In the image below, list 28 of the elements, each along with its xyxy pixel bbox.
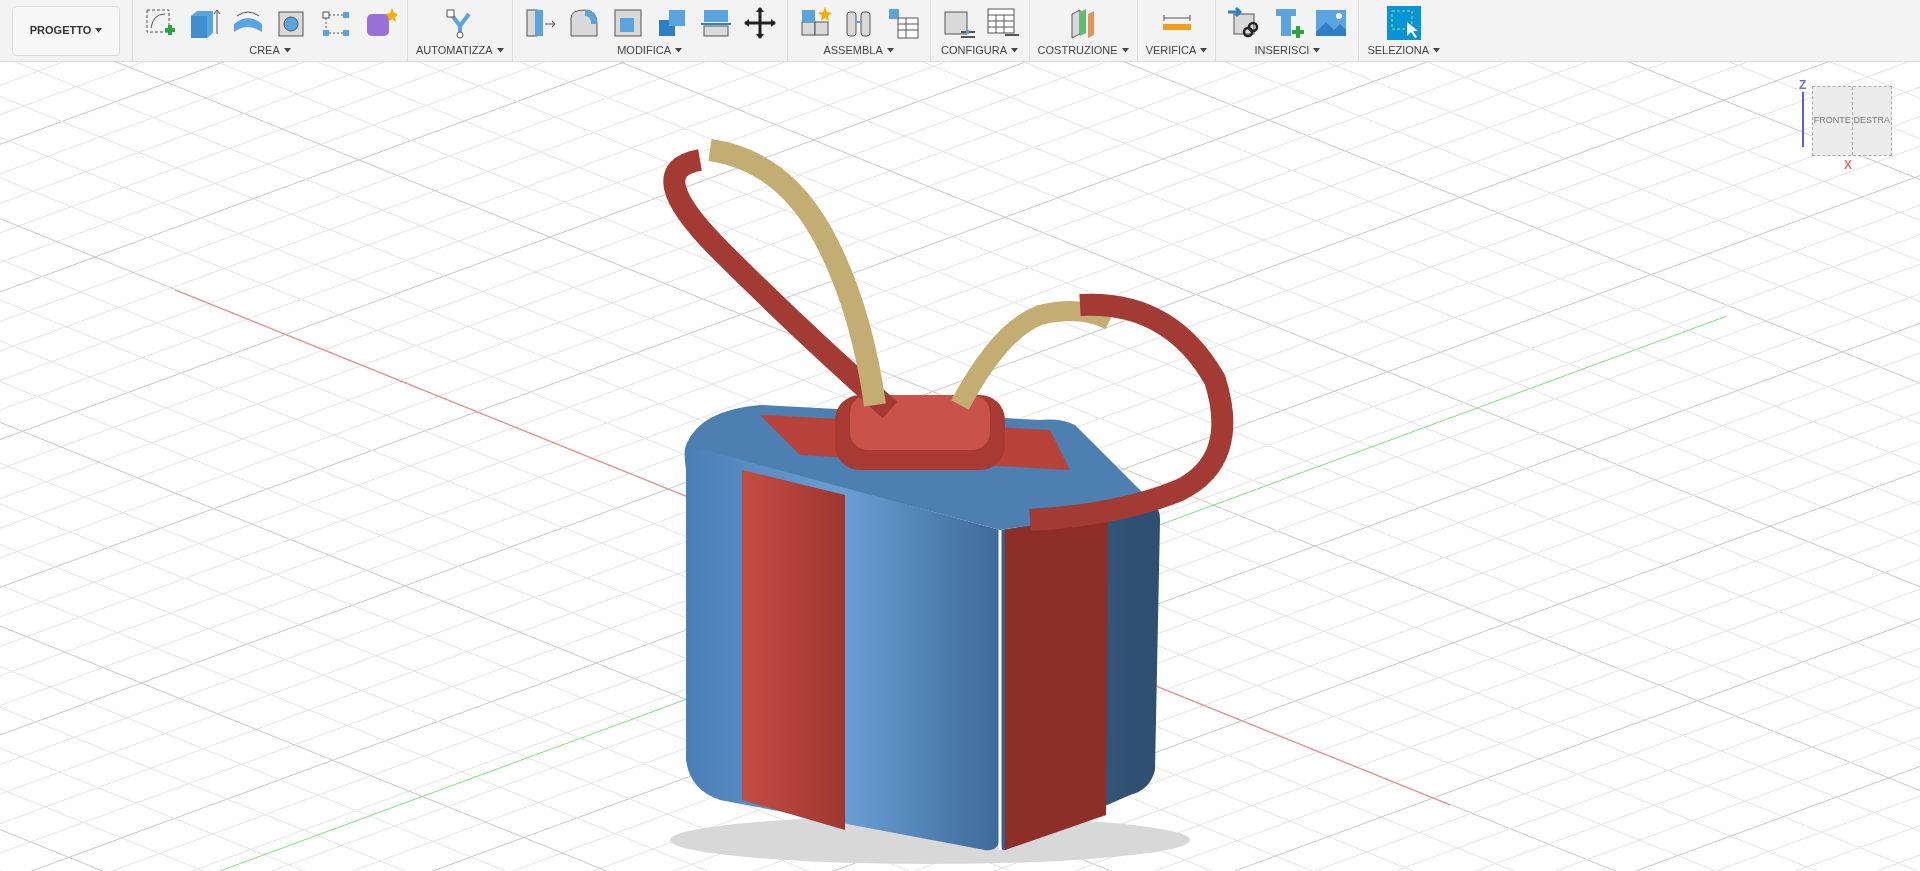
toolbar-group-menu[interactable]: COSTRUZIONE [1037, 42, 1129, 59]
selection-icon [1386, 6, 1421, 40]
project-menu-button[interactable]: PROGETTO [12, 5, 120, 56]
link-cube-icon [1226, 6, 1261, 40]
toolbar-group-menu[interactable]: ASSEMBLA [823, 42, 894, 59]
x-axis-label: X [1844, 157, 1852, 174]
toolbar-group-menu[interactable]: AUTOMATIZZA [416, 42, 504, 59]
move-arrows-icon [742, 6, 777, 40]
caret-icon [1011, 47, 1019, 53]
caret-icon [1200, 47, 1208, 53]
toolbar-group-menu[interactable]: SELEZIONA [1367, 42, 1441, 59]
caret-icon [283, 47, 291, 53]
caret-icon [675, 47, 682, 53]
front-face-label: FRONTE [1813, 87, 1853, 155]
toolbar-group-menu[interactable]: CREA [249, 42, 291, 59]
right-face-label: DESTRA [1852, 114, 1891, 128]
caret-icon [1433, 47, 1441, 53]
toolbar-group-menu[interactable]: MODIFICA [617, 42, 682, 59]
caret-icon [95, 28, 103, 33]
toolbar-group-menu[interactable]: VERIFICA [1145, 42, 1208, 59]
caret-icon [886, 47, 894, 53]
caret-icon [1313, 47, 1321, 53]
toolbar-group-menu[interactable]: CONFIGURA [941, 42, 1019, 59]
z-axis-label: Z [1799, 77, 1807, 94]
caret-icon [1121, 47, 1129, 53]
selection-tool-button[interactable] [1384, 4, 1423, 42]
toolbar-group-menu[interactable]: INSERISCI [1254, 42, 1321, 59]
caret-icon [496, 47, 504, 53]
